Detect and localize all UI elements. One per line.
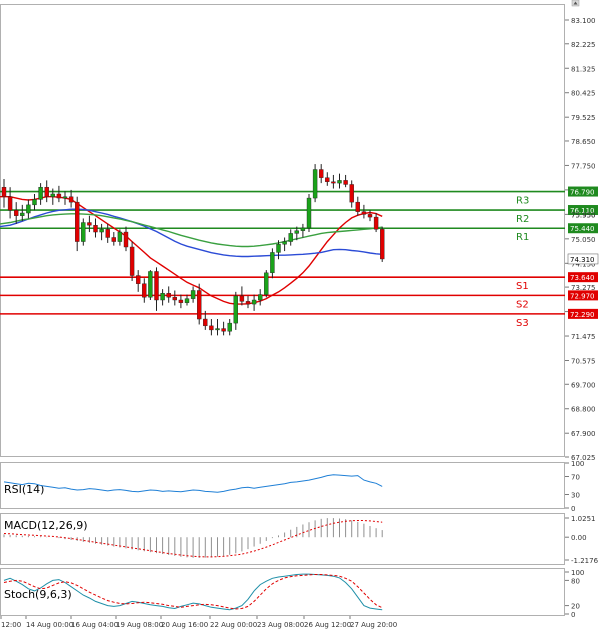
time-tick-label: 23 Aug 08:00 bbox=[257, 621, 304, 629]
pivot-level-price: 72.290 bbox=[570, 311, 595, 319]
rsi-tick-label: 0 bbox=[571, 505, 575, 513]
stoch-label: Stoch(9,6,3) bbox=[4, 588, 72, 601]
current-price-value: 74.310 bbox=[570, 256, 595, 264]
price-tick-label: 75.950 bbox=[571, 211, 596, 219]
pivot-level-price: 76.790 bbox=[570, 189, 595, 197]
bearish-candle bbox=[129, 241, 135, 281]
pivot-level-price: 72.970 bbox=[570, 292, 595, 300]
rsi-tick-label: 30 bbox=[571, 492, 580, 500]
bullish-candle bbox=[81, 218, 86, 246]
pivot-level-name: S1 bbox=[516, 281, 529, 292]
rsi-tick-label: 100 bbox=[571, 460, 584, 468]
time-tick-label: 22 Aug 00:00 bbox=[210, 621, 257, 629]
price-tick-label: 69.700 bbox=[571, 381, 596, 389]
price-tick-label: 80.425 bbox=[571, 90, 596, 98]
price-tick-label: 83.100 bbox=[571, 17, 596, 25]
price-tick-label: 71.475 bbox=[571, 333, 596, 341]
pivot-level-name: R2 bbox=[516, 214, 529, 225]
time-tick-label: 14 Aug 00:00 bbox=[26, 621, 73, 629]
bearish-candle bbox=[380, 226, 385, 262]
time-tick-label: 26 Aug 12:00 bbox=[304, 621, 351, 629]
price-tick-label: 68.800 bbox=[571, 406, 596, 414]
macd-label: MACD(12,26,9) bbox=[4, 519, 88, 532]
time-tick-label: 19 Aug 08:00 bbox=[116, 621, 163, 629]
price-tick-label: 79.525 bbox=[571, 114, 596, 122]
bullish-candle bbox=[312, 164, 318, 203]
macd-tick-label: 1.0251 bbox=[571, 515, 596, 523]
price-tick-label: 67.900 bbox=[571, 430, 596, 438]
pivot-level-name: R3 bbox=[516, 196, 529, 207]
scroll-toggle-button[interactable] bbox=[571, 0, 580, 7]
stoch-tick-label: 100 bbox=[571, 569, 584, 577]
pivot-level-price: 73.640 bbox=[570, 274, 595, 282]
time-tick-label: 27 Aug 20:00 bbox=[350, 621, 397, 629]
bullish-candle bbox=[264, 270, 269, 298]
price-tick-label: 75.050 bbox=[571, 236, 596, 244]
pivot-level-name: R1 bbox=[516, 232, 529, 243]
price-tick-label: 82.225 bbox=[571, 41, 596, 49]
stoch-tick-label: 20 bbox=[571, 603, 580, 611]
current-price: 74.310 bbox=[567, 253, 599, 265]
price-tick-label: 70.575 bbox=[571, 357, 596, 365]
stoch-tick-label: 0 bbox=[571, 611, 575, 619]
pivot-level-name: S2 bbox=[516, 299, 529, 310]
macd-tick-label: 0.00 bbox=[571, 534, 587, 542]
stoch-tick-label: 80 bbox=[571, 577, 580, 585]
rsi-tick-label: 70 bbox=[571, 474, 580, 482]
macd-tick-label: -1.2176 bbox=[571, 557, 599, 565]
time-tick-label: 12:00 bbox=[1, 621, 21, 629]
time-tick-label: 20 Aug 16:00 bbox=[161, 621, 208, 629]
time-tick-label: 16 Aug 04:00 bbox=[71, 621, 118, 629]
price-tick-label: 81.325 bbox=[571, 65, 596, 73]
pivot-level-price: 75.440 bbox=[570, 225, 595, 233]
bullish-candle bbox=[306, 193, 312, 233]
price-tick-label: 77.750 bbox=[571, 162, 596, 170]
forex-chart: 83.100 82.225 81.325 80.425 79.525 78.650 77.7… bbox=[0, 0, 600, 629]
bullish-candle bbox=[148, 270, 153, 301]
price-tick-label: 78.650 bbox=[571, 138, 596, 146]
pivot-level-name: S3 bbox=[516, 318, 529, 329]
